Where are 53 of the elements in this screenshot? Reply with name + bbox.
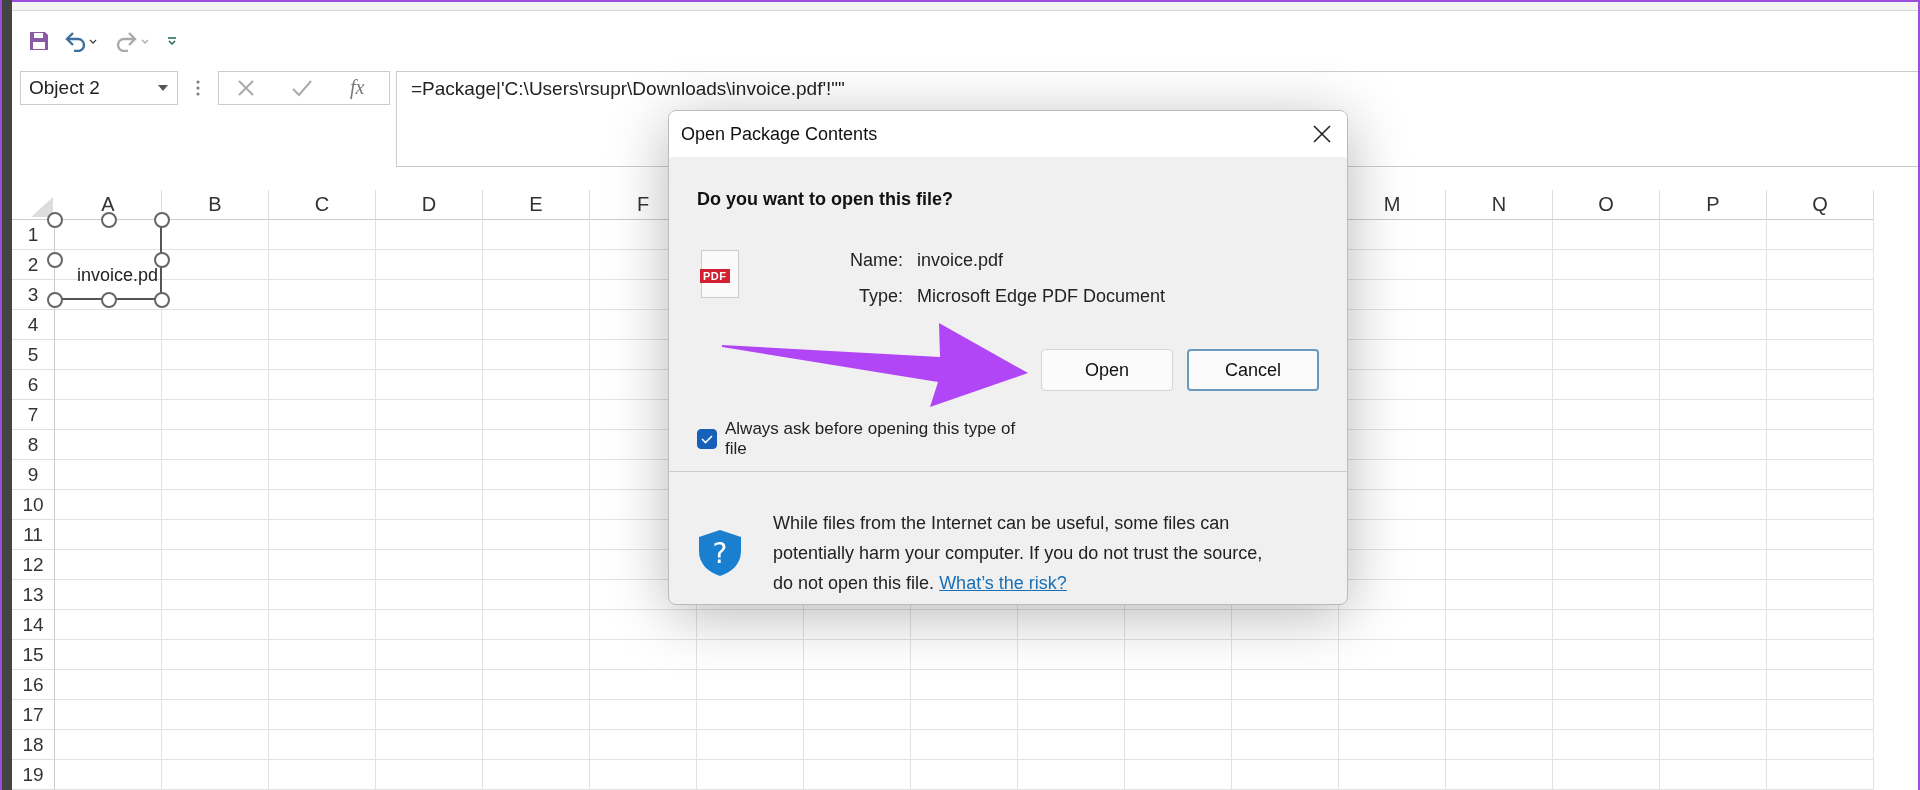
row-header[interactable]: 10 (12, 490, 55, 520)
customize-icon[interactable] (166, 34, 178, 47)
row-header[interactable]: 9 (12, 460, 55, 490)
dialog-heading: Do you want to open this file? (697, 188, 954, 210)
row-header[interactable]: 5 (12, 340, 55, 370)
more-icon[interactable] (196, 79, 200, 98)
row-header[interactable]: 8 (12, 430, 55, 460)
row-header[interactable]: 4 (12, 310, 55, 340)
column-header[interactable]: D (376, 190, 483, 220)
checkmark-icon (700, 432, 714, 446)
resize-handle[interactable] (154, 212, 170, 228)
row-header[interactable]: 12 (12, 550, 55, 580)
function-icon[interactable]: fx (347, 77, 372, 100)
column-header[interactable]: O (1553, 190, 1660, 220)
file-type: Microsoft Edge PDF Document (917, 286, 1166, 307)
pdf-file-icon: PDF (701, 250, 739, 298)
column-header[interactable]: E (483, 190, 590, 220)
checkbox[interactable] (697, 429, 717, 449)
row-header[interactable]: 15 (12, 640, 55, 670)
checkbox-label: Always ask before opening this type of file (725, 419, 1017, 459)
row-header[interactable]: 6 (12, 370, 55, 400)
column-header[interactable]: P (1660, 190, 1767, 220)
row-header[interactable]: 14 (12, 610, 55, 640)
resize-handle[interactable] (47, 292, 63, 308)
column-header[interactable]: N (1446, 190, 1553, 220)
warning-text: While files from the Internet can be useful, some files can potentially harm your computer. If you do not trust the source, do not open this file. What’s the risk? (773, 512, 1264, 595)
column-header[interactable]: C (269, 190, 376, 220)
file-name: invoice.pdf (917, 250, 1005, 271)
resize-handle[interactable] (154, 292, 170, 308)
row-header[interactable]: 18 (12, 730, 55, 760)
risk-link[interactable]: What’s the risk? (939, 573, 1067, 593)
resize-handle[interactable] (154, 252, 170, 268)
name-box[interactable]: Object 2 (20, 71, 178, 106)
save-icon[interactable] (28, 29, 50, 52)
row-header[interactable]: 16 (12, 670, 55, 700)
resize-handle[interactable] (100, 292, 117, 308)
shield-help-icon: ? (697, 529, 743, 577)
resize-handle[interactable] (47, 252, 63, 268)
resize-handle[interactable] (100, 212, 117, 228)
close-icon[interactable] (1313, 125, 1331, 143)
row-header[interactable]: 7 (12, 400, 55, 430)
check-icon[interactable] (291, 78, 313, 99)
row-header[interactable]: 19 (12, 760, 55, 790)
cancel-button[interactable]: Cancel (1187, 349, 1319, 391)
column-header[interactable]: Q (1767, 190, 1874, 220)
name-label: Name: (849, 250, 903, 271)
open-button[interactable]: Open (1041, 349, 1173, 391)
resize-handle[interactable] (47, 212, 63, 228)
type-label: Type: (857, 286, 903, 307)
dialog-title: Open Package Contents (681, 123, 878, 145)
row-header[interactable]: 11 (12, 520, 55, 550)
row-header[interactable]: 13 (12, 580, 55, 610)
row-header[interactable]: 17 (12, 700, 55, 730)
